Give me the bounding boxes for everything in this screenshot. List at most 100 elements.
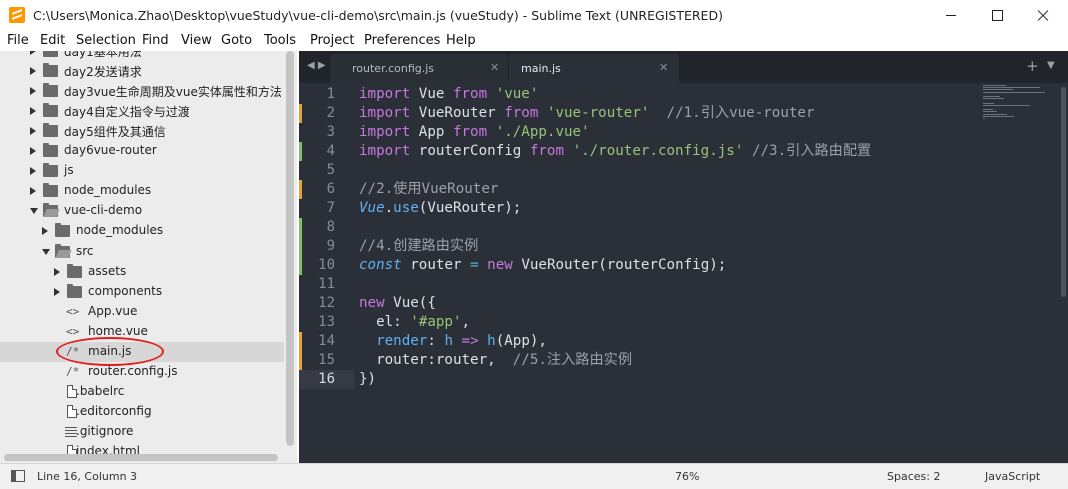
line-number: 9 — [326, 238, 335, 254]
folder-row[interactable]: js — [0, 161, 284, 181]
sidebar-item-label: day5组件及其通信 — [64, 125, 166, 139]
sidebar-item-label: js — [64, 163, 74, 177]
close-tab-icon[interactable]: ✕ — [659, 61, 668, 74]
collapsed-arrow-icon[interactable] — [42, 227, 48, 235]
sidebar-item-label: day6vue-router — [64, 143, 157, 157]
folder-icon — [43, 63, 58, 77]
minimize-button[interactable] — [928, 0, 974, 31]
code-line[interactable]: import App from './App.vue' — [359, 123, 590, 142]
collapsed-arrow-icon[interactable] — [30, 187, 36, 195]
tab-router-config[interactable]: router.config.js ✕ — [330, 54, 508, 83]
collapsed-arrow-icon[interactable] — [30, 127, 36, 135]
folder-row[interactable]: node_modules — [0, 181, 284, 201]
collapsed-arrow-icon[interactable] — [30, 167, 36, 175]
tab-main-js[interactable]: main.js ✕ — [509, 54, 679, 83]
expanded-arrow-icon[interactable] — [42, 249, 50, 255]
code-line[interactable]: //2.使用VueRouter — [359, 180, 498, 199]
collapsed-arrow-icon[interactable] — [30, 87, 36, 95]
new-tab-icon[interactable]: + — [1026, 57, 1039, 75]
code-line[interactable]: import VueRouter from 'vue-router' //1.引… — [359, 104, 815, 123]
minimap-line — [983, 115, 1014, 117]
file-sidebar[interactable]: index.html .gitignore .editorconfig .babelr… — [0, 51, 297, 463]
folder-row[interactable]: day2发送请求 — [0, 61, 284, 81]
close-tab-icon[interactable]: ✕ — [490, 61, 499, 74]
tab-dropdown-icon[interactable]: ▼ — [1047, 60, 1055, 71]
sidebar-item-label: home.vue — [88, 324, 148, 338]
menu-preferences[interactable]: Preferences — [364, 33, 440, 48]
code-token: }) — [359, 371, 377, 387]
minimap-line — [983, 111, 998, 113]
sidebar-horizontal-scrollbar[interactable] — [4, 454, 278, 461]
toggle-sidebar-icon[interactable] — [11, 470, 25, 482]
folder-row[interactable]: day3vue生命周期及vue实体属性和方法 — [0, 81, 284, 101]
file-row[interactable]: .editorconfig — [0, 402, 284, 422]
code-line[interactable]: new Vue({ — [359, 294, 436, 313]
menu-goto[interactable]: Goto — [221, 33, 252, 48]
red-annotation-circle — [56, 337, 164, 366]
code-line[interactable]: //4.创建路由实例 — [359, 237, 478, 256]
collapsed-arrow-icon[interactable] — [30, 67, 36, 75]
sidebar-vertical-scrollbar[interactable] — [286, 51, 294, 446]
sublime-window: C:\Users\Monica.Zhao\Desktop\vueStudy\vu… — [0, 0, 1068, 489]
code-line[interactable]: router:router, //5.注入路由实例 — [359, 351, 632, 370]
file-row[interactable]: .gitignore — [0, 422, 284, 442]
code-token: import — [359, 124, 411, 140]
folder-row[interactable]: components — [0, 282, 284, 302]
code-line[interactable]: const router = new VueRouter(routerConfi… — [359, 256, 726, 275]
cursor-position: Line 16, Column 3 — [37, 470, 138, 483]
editor-vertical-scrollbar[interactable] — [1061, 87, 1066, 297]
line-number: 10 — [318, 257, 335, 273]
folder-icon — [67, 264, 82, 278]
minimap[interactable] — [981, 85, 1061, 125]
sidebar-item-label: vue-cli-demo — [64, 203, 143, 217]
code-line[interactable]: render: h => h(App), — [359, 332, 547, 351]
close-button[interactable] — [1020, 0, 1066, 31]
code-token: el: — [359, 314, 411, 330]
code-line[interactable]: Vue.use(VueRouter); — [359, 199, 521, 218]
folder-row[interactable]: day5组件及其通信 — [0, 121, 284, 141]
folder-icon — [43, 51, 58, 57]
folder-row[interactable]: assets — [0, 262, 284, 282]
tab-bar: ◀ ▶ router.config.js ✕ main.js ✕ + ▼ — [299, 51, 1068, 83]
menu-tools[interactable]: Tools — [264, 33, 296, 48]
file-row[interactable]: <> App.vue — [0, 302, 284, 322]
menu-find[interactable]: Find — [142, 33, 169, 48]
code-line[interactable]: import Vue from 'vue' — [359, 85, 538, 104]
code-token: , — [461, 314, 471, 330]
code-token: './App.vue' — [495, 124, 590, 140]
folder-row[interactable]: src — [0, 242, 284, 262]
collapsed-arrow-icon[interactable] — [54, 268, 60, 276]
menu-file[interactable]: File — [7, 33, 29, 48]
file-row[interactable]: .babelrc — [0, 382, 284, 402]
code-line[interactable]: el: '#app', — [359, 313, 470, 332]
menu-help[interactable]: Help — [446, 33, 476, 48]
minimap-line — [983, 104, 1031, 106]
collapsed-arrow-icon[interactable] — [30, 51, 36, 55]
code-line[interactable]: }) — [359, 370, 376, 389]
folder-row[interactable]: day4自定义指令与过渡 — [0, 101, 284, 121]
sidebar-item-label: day1基本用法 — [64, 51, 142, 59]
collapsed-arrow-icon[interactable] — [30, 147, 36, 155]
folder-row[interactable]: day6vue-router — [0, 141, 284, 161]
collapsed-arrow-icon[interactable] — [30, 107, 36, 115]
code-line[interactable]: import routerConfig from './router.confi… — [359, 142, 871, 161]
folder-row[interactable]: vue-cli-demo — [0, 201, 284, 221]
expanded-arrow-icon[interactable] — [30, 208, 38, 214]
file-row[interactable]: /* router.config.js — [0, 362, 284, 382]
menu-project[interactable]: Project — [310, 33, 354, 48]
editor-pane[interactable]: ◀ ▶ router.config.js ✕ main.js ✕ + ▼ 123… — [299, 51, 1068, 463]
menu-edit[interactable]: Edit — [40, 33, 65, 48]
folder-row[interactable]: day1基本用法 — [0, 51, 284, 61]
menu-view[interactable]: View — [181, 33, 212, 48]
folder-row[interactable]: node_modules — [0, 221, 284, 241]
tab-nav-arrows-icon[interactable]: ◀ ▶ — [307, 60, 326, 71]
menu-selection[interactable]: Selection — [76, 33, 136, 48]
minimap-line — [983, 91, 1045, 93]
maximize-button[interactable] — [974, 0, 1020, 31]
collapsed-arrow-icon[interactable] — [54, 288, 60, 296]
syntax-mode[interactable]: JavaScript — [985, 470, 1040, 483]
indentation-setting[interactable]: Spaces: 2 — [887, 470, 940, 483]
